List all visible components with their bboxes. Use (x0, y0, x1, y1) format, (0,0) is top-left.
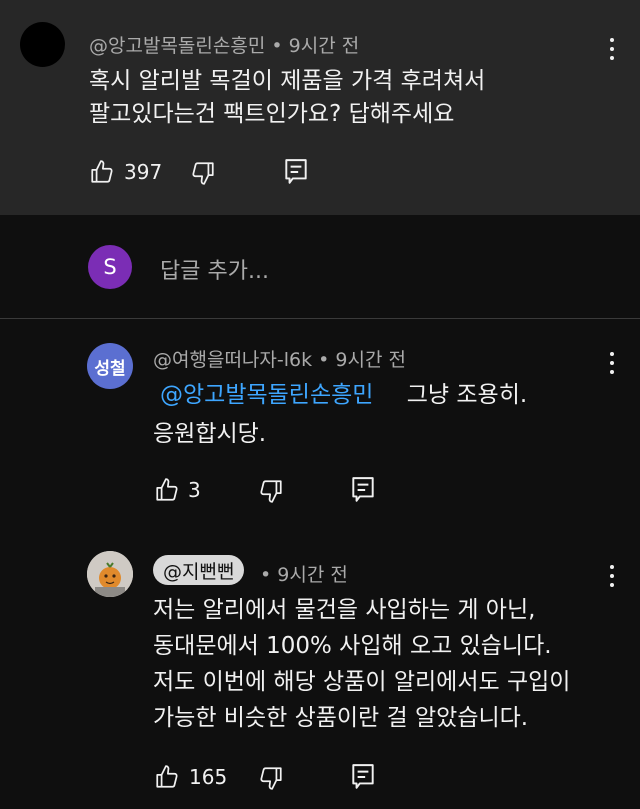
thumbs-down-icon[interactable] (258, 478, 284, 504)
author-chip[interactable]: @지뻔뻔 (153, 555, 245, 585)
add-reply-input[interactable]: 답글 추가... (160, 253, 269, 285)
comment-text-line-2: 팔고있다는건 팩트인가요? 답해주세요 (89, 101, 455, 127)
comment-meta: @앙고발목돌린손흥민 • 9시간 전 (89, 35, 360, 57)
thumbs-up-icon[interactable] (154, 477, 180, 503)
reply-meta: • 9시간 전 (260, 564, 348, 586)
avatar[interactable] (87, 551, 133, 597)
thumbs-up-icon[interactable] (154, 764, 180, 790)
comment-author[interactable]: @앙고발목돌린손흥민 (89, 35, 265, 57)
comment-time: 9시간 전 (288, 35, 360, 57)
like-count: 3 (188, 478, 201, 502)
reply-author[interactable]: @여행을떠나자-l6k (153, 349, 312, 371)
reply-text-line-1: 저는 알리에서 물건을 사입하는 게 아닌, (153, 597, 536, 623)
like-count: 165 (189, 765, 228, 789)
reply-icon[interactable] (283, 158, 309, 186)
reply-meta: @여행을떠나자-l6k • 9시간 전 (153, 349, 406, 371)
reply-text-line-4: 가능한 비슷한 상품이란 걸 알았습니다. (153, 705, 529, 731)
divider (0, 318, 640, 319)
reply-icon[interactable] (350, 476, 376, 504)
highlighted-comment: @앙고발목돌린손흥민 • 9시간 전 혹시 알리발 목걸이 제품을 가격 후려쳐… (0, 0, 640, 215)
more-vert-icon[interactable] (604, 36, 620, 62)
reply-text-line-3: 저도 이번에 해당 상품이 알리에서도 구입이 (153, 669, 571, 695)
reply-text-line-2: 동대문에서 100% 사입해 오고 있습니다. (153, 633, 552, 659)
reply-text-line-2: 응원합시당. (153, 421, 267, 447)
like-count: 397 (124, 160, 163, 184)
thumbs-down-icon[interactable] (258, 765, 284, 791)
reply-text-line-1: @앙고발목돌린손흥민 그냥 조용히. (160, 382, 528, 408)
more-vert-icon[interactable] (604, 563, 620, 589)
current-user-avatar[interactable]: S (88, 245, 132, 289)
avatar-photo-icon (87, 551, 133, 597)
mention-link[interactable]: @앙고발목돌린손흥민 (160, 382, 373, 408)
avatar[interactable] (20, 22, 65, 67)
thumbs-down-icon[interactable] (190, 160, 216, 186)
more-vert-icon[interactable] (604, 350, 620, 376)
reply-icon[interactable] (350, 763, 376, 791)
avatar[interactable]: 성철 (87, 343, 133, 389)
thumbs-up-icon[interactable] (89, 159, 115, 185)
reply-time: 9시간 전 (277, 564, 348, 586)
reply-time: 9시간 전 (335, 349, 406, 371)
